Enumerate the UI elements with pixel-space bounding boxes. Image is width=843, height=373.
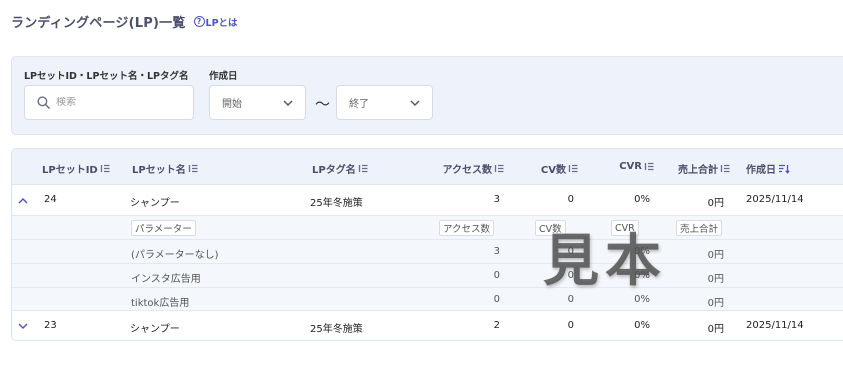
- param-sales-total: 0円: [707, 298, 724, 309]
- column-header-created-date[interactable]: 作成日: [746, 161, 790, 176]
- question-circle-icon: ?: [193, 16, 205, 27]
- search-icon: [37, 96, 50, 109]
- sort-icon: [358, 164, 368, 173]
- column-header-lp-set-name[interactable]: LPセット名: [132, 161, 198, 176]
- search-filter-label: LPセットID・LPセット名・LPタグ名: [24, 71, 189, 82]
- param-cvr: 0%: [634, 246, 650, 257]
- cell-created-date: 2025/11/14: [746, 194, 804, 205]
- start-date-placeholder: 開始: [222, 99, 242, 110]
- cell-access-count: 3: [493, 194, 500, 205]
- param-name: (パラメーターなし): [131, 250, 219, 261]
- page-header: ランディングページ(LP)一覧 ? LPとは: [11, 12, 238, 31]
- cell-cvr: 0%: [634, 194, 650, 205]
- param-row: (パラメーターなし) 3 0 0% 0円: [12, 239, 843, 263]
- column-header-cvr[interactable]: CVR: [592, 161, 654, 172]
- param-row: インスタ広告用 0 0 0% 0円: [12, 263, 843, 287]
- param-header-cv-count: CV数: [535, 220, 566, 236]
- param-name: インスタ広告用: [131, 274, 201, 285]
- cell-access-count: 2: [493, 320, 500, 331]
- cell-cv-count: 0: [567, 320, 574, 331]
- cell-lp-set-id: 23: [44, 320, 57, 331]
- param-header-row: パラメーター アクセス数 CV数 CVR 売上合計: [12, 215, 843, 239]
- table-row[interactable]: 24 シャンプー 25年冬施策 3 0 0% 0円 2025/11/14: [12, 186, 843, 215]
- sort-icon: [188, 164, 198, 173]
- end-date-placeholder: 終了: [349, 99, 369, 110]
- cell-created-date: 2025/11/14: [746, 320, 804, 331]
- param-access-count: 3: [493, 246, 500, 257]
- chevron-up-icon[interactable]: [18, 197, 28, 204]
- page-title: ランディングページ(LP)一覧: [11, 16, 186, 31]
- help-link[interactable]: ? LPとは: [193, 15, 238, 29]
- param-header-parameter: パラメーター: [131, 220, 196, 236]
- column-header-cv-count[interactable]: CV数: [522, 161, 578, 176]
- sort-icon: [100, 164, 110, 173]
- param-name: tiktok広告用: [131, 298, 190, 309]
- param-cv-count: 0: [567, 270, 574, 281]
- sort-descending-icon: [778, 164, 790, 174]
- table-header: LPセットID LPセット名 LPタグ名 アクセス数 CV数 CVR 売上合計: [12, 149, 843, 185]
- param-cvr: 0%: [634, 270, 650, 281]
- end-date-select[interactable]: 終了: [336, 85, 433, 120]
- column-header-lp-set-id[interactable]: LPセットID: [42, 161, 110, 176]
- sort-icon: [720, 164, 730, 173]
- search-box[interactable]: [24, 85, 194, 120]
- date-range-separator: 〜: [315, 95, 331, 113]
- cell-lp-tag-name: 25年冬施策: [310, 324, 363, 335]
- cell-lp-set-id: 24: [44, 194, 57, 205]
- cell-sales-total: 0円: [707, 324, 724, 335]
- param-cv-count: 0: [567, 246, 574, 257]
- chevron-down-icon: [283, 100, 293, 106]
- start-date-select[interactable]: 開始: [209, 85, 306, 120]
- sort-icon: [494, 164, 504, 173]
- sort-icon: [568, 164, 578, 173]
- column-header-sales-total[interactable]: 売上合計: [662, 161, 730, 176]
- param-access-count: 0: [493, 270, 500, 281]
- param-header-access-count: アクセス数: [439, 220, 495, 236]
- filter-panel: LPセットID・LPセット名・LPタグ名 作成日 開始 〜 終了: [11, 56, 843, 135]
- param-sales-total: 0円: [707, 274, 724, 285]
- cell-cv-count: 0: [567, 194, 574, 205]
- chevron-down-icon: [410, 100, 420, 106]
- param-row: tiktok広告用 0 0 0% 0円: [12, 287, 843, 311]
- cell-sales-total: 0円: [707, 198, 724, 209]
- cell-cvr: 0%: [634, 320, 650, 331]
- help-link-label: LPとは: [205, 17, 238, 29]
- cell-lp-set-name[interactable]: シャンプー: [130, 320, 180, 335]
- param-header-cvr: CVR: [611, 220, 639, 236]
- cell-lp-set-name[interactable]: シャンプー: [130, 194, 180, 209]
- cell-lp-tag-name: 25年冬施策: [310, 198, 363, 209]
- table-row[interactable]: 23 シャンプー 25年冬施策 2 0 0% 0円 2025/11/14: [12, 312, 843, 340]
- column-header-access-count[interactable]: アクセス数: [436, 161, 504, 176]
- param-sales-total: 0円: [707, 250, 724, 261]
- lp-table: LPセットID LPセット名 LPタグ名 アクセス数 CV数 CVR 売上合計: [11, 148, 843, 341]
- column-header-lp-tag-name[interactable]: LPタグ名: [312, 161, 368, 176]
- search-input[interactable]: [56, 97, 166, 108]
- param-access-count: 0: [493, 294, 500, 305]
- chevron-down-icon[interactable]: [18, 323, 28, 330]
- param-cvr: 0%: [634, 294, 650, 305]
- param-cv-count: 0: [567, 294, 574, 305]
- sort-icon: [644, 162, 654, 171]
- date-filter-label: 作成日: [209, 71, 238, 82]
- param-header-sales-total: 売上合計: [676, 220, 723, 236]
